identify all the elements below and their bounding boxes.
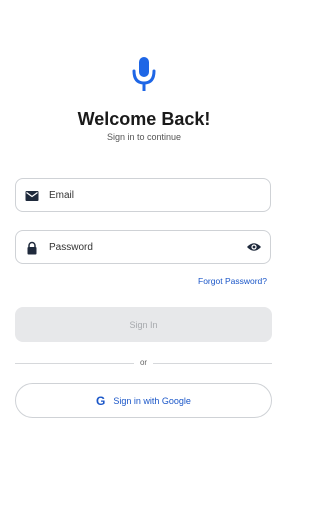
page-subtitle: Sign in to continue <box>106 132 182 142</box>
lock-icon <box>27 241 37 255</box>
or-divider: or <box>15 358 272 368</box>
divider-line-right <box>153 363 272 364</box>
microphone-icon <box>132 57 156 91</box>
password-field[interactable] <box>15 230 271 264</box>
google-g-icon: G <box>96 393 106 408</box>
email-input[interactable] <box>49 179 239 211</box>
page-title: Welcome Back! <box>77 109 211 129</box>
forgot-password-link[interactable]: Forgot Password? <box>198 276 267 286</box>
google-button-label: Sign in with Google <box>113 395 191 406</box>
google-sign-in-button[interactable]: G Sign in with Google <box>15 383 272 418</box>
password-input[interactable] <box>49 231 239 263</box>
email-field[interactable] <box>15 178 271 212</box>
eye-icon[interactable] <box>246 241 262 253</box>
sign-in-button[interactable]: Sign In <box>15 307 272 342</box>
envelope-icon <box>25 191 39 201</box>
